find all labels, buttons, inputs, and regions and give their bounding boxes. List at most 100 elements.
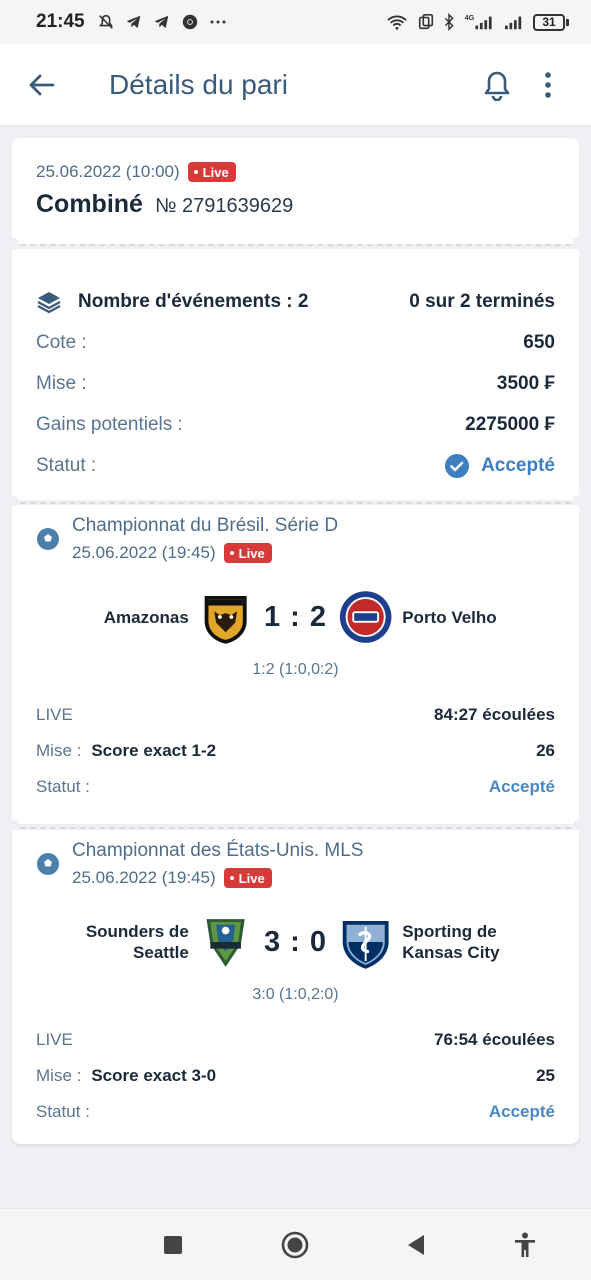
chrome-icon [182, 14, 197, 30]
app-bar: Détails du pari [0, 44, 591, 126]
away-team-name: Porto Velho [402, 607, 497, 627]
home-team-name-line2: Seattle [133, 943, 189, 962]
event-status-label: Statut : [36, 777, 90, 796]
pick-odds: 25 [536, 1066, 555, 1085]
events-count-label: Nombre d'événements : 2 [78, 290, 309, 312]
home-circle-icon[interactable] [281, 1231, 309, 1259]
event-date: 25.06.2022 (19:45) [72, 868, 216, 887]
stake-row: Mise : 3500 ₣ [36, 363, 555, 404]
stake-label: Mise : [36, 372, 87, 394]
signal-4g-icon: 4G [465, 13, 492, 30]
event-date: 25.06.2022 (19:45) [72, 543, 216, 562]
event-card[interactable]: Championnat du Brésil. Série D 25.06.202… [12, 505, 579, 824]
layers-icon [37, 291, 61, 313]
battery-indicator: 31 [533, 13, 569, 31]
recents-square-icon[interactable] [163, 1235, 183, 1255]
bet-type: Combiné [36, 190, 143, 218]
football-icon [37, 528, 59, 550]
live-row: LIVE 76:54 écoulées [36, 1022, 555, 1058]
more-options-icon[interactable] [544, 71, 552, 99]
bet-summary-card: Nombre d'événements : 2 0 sur 2 terminés… [12, 249, 579, 500]
event-card[interactable]: Championnat des États-Unis. MLS 25.06.20… [12, 830, 579, 1144]
potential-winnings-row: Gains potentiels : 2275000 ₣ [36, 404, 555, 445]
check-circle-icon [445, 453, 470, 478]
championship-name: Championnat des États-Unis. MLS [72, 840, 364, 861]
score-detail: 3:0 (1:0,2:0) [252, 986, 339, 1003]
odds-label: Cote : [36, 331, 87, 353]
away-team-name-line1: Sporting de [402, 922, 497, 941]
bluetooth-icon [444, 13, 454, 31]
events-count-row: Nombre d'événements : 2 0 sur 2 terminés [36, 281, 555, 322]
system-navigation-bar [0, 1208, 591, 1280]
pick-row: Mise : Score exact 1-2 26 [36, 733, 555, 769]
live-row: LIVE 84:27 écoulées [36, 697, 555, 733]
battery-level: 31 [533, 13, 565, 31]
live-badge: Live [223, 543, 272, 563]
back-arrow-icon[interactable] [27, 70, 57, 100]
pick-odds: 26 [536, 741, 555, 760]
live-badge-label: Live [202, 164, 229, 180]
mute-icon [98, 14, 113, 29]
live-badge-label: Live [238, 545, 265, 561]
seattle-sounders-logo [206, 919, 245, 967]
amazonas-logo [204, 595, 247, 644]
event-status-value: Accepté [488, 777, 555, 796]
status-time: 21:45 [36, 11, 85, 32]
status-bar: 21:45 4G 31 [0, 0, 591, 44]
bet-date: 25.06.2022 (10:00) [36, 162, 180, 181]
home-team-name-line1: Sounders de [85, 922, 189, 941]
home-team-name: Sounders de Seattle [36, 921, 189, 963]
live-badge-label: Live [238, 870, 265, 886]
events-progress: 0 sur 2 terminés [409, 290, 555, 312]
pick-row: Mise : Score exact 3-0 25 [36, 1058, 555, 1094]
data-icon [418, 13, 434, 30]
status-right-icons: 4G 31 [385, 13, 569, 31]
event-status-value: Accepté [488, 1102, 555, 1121]
football-icon [37, 853, 59, 875]
match-score-row: Amazonas 1 : 2 Porto Velho [36, 567, 555, 667]
match-score: 3 : 0 [263, 925, 328, 958]
stake-value: 3500 ₣ [496, 372, 555, 394]
status-value: Accepté [481, 454, 555, 476]
pick-value: Score exact 3-0 [91, 1066, 217, 1085]
live-badge: Live [187, 162, 236, 182]
bet-number: № 2791639629 [154, 195, 294, 217]
potential-winnings-label: Gains potentiels : [36, 413, 183, 435]
event-status-label: Statut : [36, 1102, 90, 1121]
porto-velho-logo [337, 589, 394, 645]
away-team-name: Sporting de Kansas City [402, 921, 555, 963]
elapsed-time: 76:54 écoulées [434, 1030, 555, 1049]
live-label: LIVE [36, 1030, 73, 1049]
championship-name: Championnat du Brésil. Série D [72, 515, 339, 536]
live-badge: Live [223, 868, 272, 888]
back-triangle-icon[interactable] [406, 1233, 426, 1257]
pick-label: Mise : [36, 1066, 82, 1085]
accessibility-icon[interactable] [513, 1232, 537, 1258]
status-accepted: Accepté [445, 453, 555, 478]
match-score: 1 : 2 [263, 600, 328, 633]
network-label: 4G [465, 13, 475, 22]
sporting-kc-logo [342, 920, 389, 969]
status-left-icons [97, 13, 227, 31]
status-row: Statut : Accepté [36, 445, 555, 486]
status-label: Statut : [36, 454, 97, 476]
event-status-row: Statut : Accepté [36, 769, 555, 805]
more-dots-icon [210, 20, 226, 24]
away-team-name-line2: Kansas City [402, 943, 500, 962]
page-title: Détails du pari [109, 68, 288, 100]
elapsed-time: 84:27 écoulées [434, 705, 555, 724]
wifi-icon [387, 15, 407, 30]
bet-header-card: 25.06.2022 (10:00) Live Combiné № 279163… [12, 138, 579, 244]
event-status-row: Statut : Accepté [36, 1094, 555, 1130]
signal-icon [505, 16, 522, 30]
pick-label: Mise : [36, 741, 82, 760]
telegram-icon [154, 15, 168, 29]
telegram-icon [126, 15, 140, 29]
odds-value: 650 [523, 331, 555, 353]
bell-icon[interactable] [482, 69, 512, 101]
pick-value: Score exact 1-2 [91, 741, 217, 760]
live-label: LIVE [36, 705, 73, 724]
odds-row: Cote : 650 [36, 322, 555, 363]
home-team-name: Amazonas [103, 607, 189, 627]
potential-winnings-value: 2275000 ₣ [465, 413, 555, 435]
